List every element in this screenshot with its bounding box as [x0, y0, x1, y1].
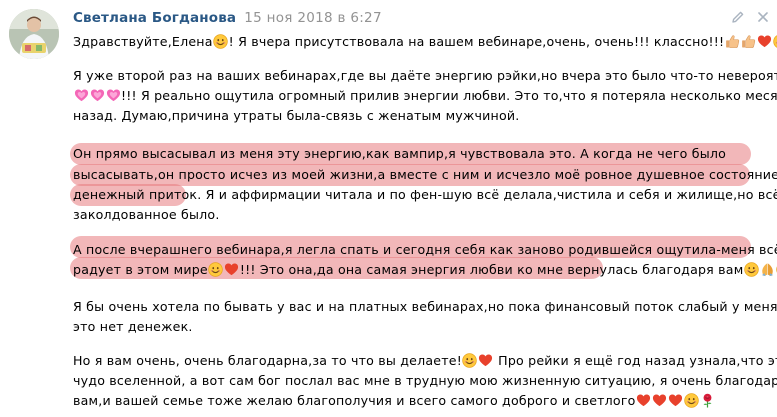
- smile-emoji-icon: [744, 262, 759, 277]
- text-segment: заколдованное было.: [73, 207, 220, 222]
- text-segment: денежный приток. Я и аффирмации читала и…: [73, 187, 777, 202]
- close-icon[interactable]: [756, 10, 770, 24]
- text-segment: А после вчерашнего вебинара,я легла спат…: [73, 242, 777, 257]
- text-segment: Про рейки я ещё год назад узнала,что это: [493, 353, 777, 368]
- pray-emoji-icon: [760, 262, 775, 277]
- text-line: Но я вам очень, очень благодарна,за то ч…: [73, 351, 777, 371]
- smile-emoji-icon: [773, 34, 777, 49]
- smile-emoji-icon: [462, 353, 478, 368]
- heart-emoji-icon: [652, 393, 667, 408]
- pink-heart-emoji-icon: [90, 88, 105, 103]
- text-segment: ! Я вчера присутствовала на вашем вебина…: [228, 34, 725, 49]
- text-line: это нет денежек.: [73, 317, 193, 337]
- text-line: Здравствуйте,Елена ! Я вчера присутствова…: [73, 32, 777, 52]
- text-line: радует в этом мире !!! Это она,да она сам…: [73, 260, 777, 280]
- text-segment: Он прямо высасывал из меня эту энергию,к…: [73, 146, 727, 161]
- smile-emoji-icon: [208, 262, 224, 277]
- text-segment: назад. Думаю,причина утраты была-связь с…: [73, 108, 520, 123]
- text-segment: !!! Я реально ощутила огромный прилив эн…: [121, 88, 777, 103]
- text-line: Я уже второй раз на ваших вебинарах,где …: [73, 66, 777, 86]
- text-segment: Я уже второй раз на ваших вебинарах,где …: [73, 68, 777, 83]
- heart-emoji-icon: [478, 353, 493, 368]
- text-line: А после вчерашнего вебинара,я легла спат…: [73, 240, 777, 260]
- text-segment: радует в этом мире: [73, 262, 208, 277]
- avatar-photo-icon: [9, 9, 59, 59]
- text-line: назад. Думаю,причина утраты была-связь с…: [73, 106, 519, 126]
- text-line: чудо вселенной, а вот сам бог послал вас…: [73, 371, 777, 391]
- text-segment: высасывать,он просто исчез из моей жизни…: [73, 167, 777, 182]
- thumbs-up-emoji-icon: [741, 34, 756, 49]
- author-name[interactable]: Светлана Богданова: [73, 10, 236, 26]
- heart-emoji-icon: [668, 393, 683, 408]
- text-line: денежный приток. Я и аффирмации читала и…: [73, 185, 777, 205]
- pink-heart-emoji-icon: [74, 88, 89, 103]
- post-date[interactable]: 15 ноя 2018 в 6:27: [244, 10, 382, 26]
- text-segment: Здравствуйте,Елена: [73, 34, 213, 49]
- avatar[interactable]: [9, 9, 59, 59]
- smile-emoji-icon: [684, 393, 699, 408]
- rose-emoji-icon: [700, 393, 715, 408]
- pencil-icon[interactable]: [731, 10, 745, 24]
- text-segment: чудо вселенной, а вот сам бог послал вас…: [73, 373, 777, 388]
- pink-heart-emoji-icon: [106, 88, 121, 103]
- smile-emoji-icon: [213, 34, 228, 49]
- text-line: Я бы очень хотела по бывать у вас и на п…: [73, 297, 777, 317]
- text-segment: Я бы очень хотела по бывать у вас и на п…: [73, 299, 777, 314]
- heart-emoji-icon: [757, 34, 772, 49]
- heart-emoji-icon: [636, 393, 651, 408]
- text-segment: вам,и вашей семье тоже желаю благополучи…: [73, 393, 636, 408]
- text-line: вам,и вашей семье тоже желаю благополучи…: [73, 391, 716, 411]
- text-line: заколдованное было.: [73, 205, 220, 225]
- heart-emoji-icon: [224, 262, 239, 277]
- text-line: Он прямо высасывал из меня эту энергию,к…: [73, 144, 726, 164]
- text-line: высасывать,он просто исчез из моей жизни…: [73, 165, 777, 185]
- text-segment: !!! Это она,да она самая энергия любви к…: [239, 262, 744, 277]
- post-header: Светлана Богданова 15 ноя 2018 в 6:27: [73, 7, 382, 27]
- text-segment: это нет денежек.: [73, 319, 193, 334]
- text-line: !!! Я реально ощутила огромный прилив эн…: [73, 86, 777, 106]
- thumbs-up-emoji-icon: [725, 34, 740, 49]
- text-segment: Но я вам очень, очень благодарна,за то ч…: [73, 353, 462, 368]
